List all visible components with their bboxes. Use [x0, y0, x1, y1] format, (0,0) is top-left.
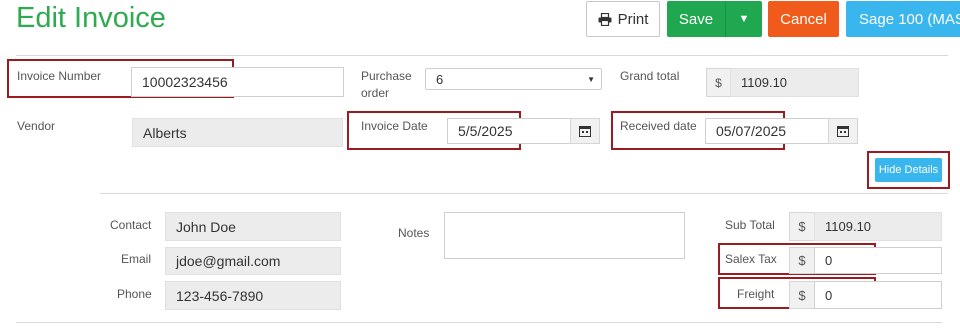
- sub-total-label: Sub Total: [725, 218, 775, 232]
- save-dropdown-button[interactable]: ▼: [725, 1, 762, 37]
- notes-textarea[interactable]: [444, 212, 685, 259]
- email-field: jdoe@gmail.com: [165, 247, 341, 275]
- calendar-icon: [837, 126, 849, 137]
- contact-label: Contact: [110, 218, 152, 232]
- page-title: Edit Invoice: [16, 2, 166, 34]
- sub-total-field: 1109.10: [814, 212, 942, 241]
- phone-label: Phone: [117, 287, 152, 301]
- header-divider: [16, 55, 948, 56]
- sage-export-button[interactable]: Sage 100 (MAS 90): [846, 1, 960, 37]
- vendor-field: Alberts: [132, 118, 343, 147]
- calendar-icon: [579, 126, 591, 137]
- print-button[interactable]: Print: [586, 1, 660, 37]
- contact-field: John Doe: [165, 212, 341, 241]
- grand-total-label: Grand total: [620, 69, 680, 83]
- freight-label: Freight: [737, 287, 775, 301]
- footer-divider: [16, 322, 942, 323]
- invoice-date-label: Invoice Date: [361, 119, 428, 133]
- cancel-button[interactable]: Cancel: [768, 1, 839, 37]
- sales-tax-input[interactable]: 0: [814, 247, 942, 274]
- hide-details-button[interactable]: Hide Details: [875, 158, 942, 182]
- received-date-label: Received date: [620, 119, 697, 133]
- received-date-picker-button[interactable]: [828, 118, 858, 144]
- vendor-label: Vendor: [17, 119, 56, 133]
- purchase-order-value: 6: [436, 71, 444, 87]
- purchase-order-label: Purchase order: [361, 69, 412, 100]
- received-date-input[interactable]: 05/07/2025: [705, 118, 829, 144]
- phone-field: 123-456-7890: [165, 281, 341, 310]
- sales-tax-currency: $: [789, 247, 815, 274]
- invoice-date-input[interactable]: 5/5/2025: [447, 118, 571, 144]
- email-label: Email: [121, 252, 152, 266]
- freight-currency: $: [789, 281, 815, 309]
- caret-down-icon: ▼: [738, 13, 750, 25]
- sales-tax-label: Salex Tax: [725, 252, 777, 266]
- sub-total-currency: $: [789, 212, 815, 241]
- save-button[interactable]: Save: [667, 1, 725, 37]
- grand-total-field: 1109.10: [730, 68, 859, 97]
- invoice-date-picker-button[interactable]: [570, 118, 600, 144]
- printer-icon: [598, 12, 612, 26]
- caret-down-icon: ▼: [587, 74, 595, 84]
- purchase-order-select[interactable]: 6 ▼: [425, 68, 602, 90]
- details-divider: [100, 193, 948, 194]
- freight-input[interactable]: 0: [814, 281, 942, 309]
- grand-total-currency: $: [706, 68, 731, 97]
- invoice-number-label: Invoice Number: [17, 69, 102, 83]
- notes-label: Notes: [398, 226, 430, 240]
- print-label: Print: [617, 10, 649, 28]
- invoice-number-input[interactable]: 10002323456: [131, 67, 344, 97]
